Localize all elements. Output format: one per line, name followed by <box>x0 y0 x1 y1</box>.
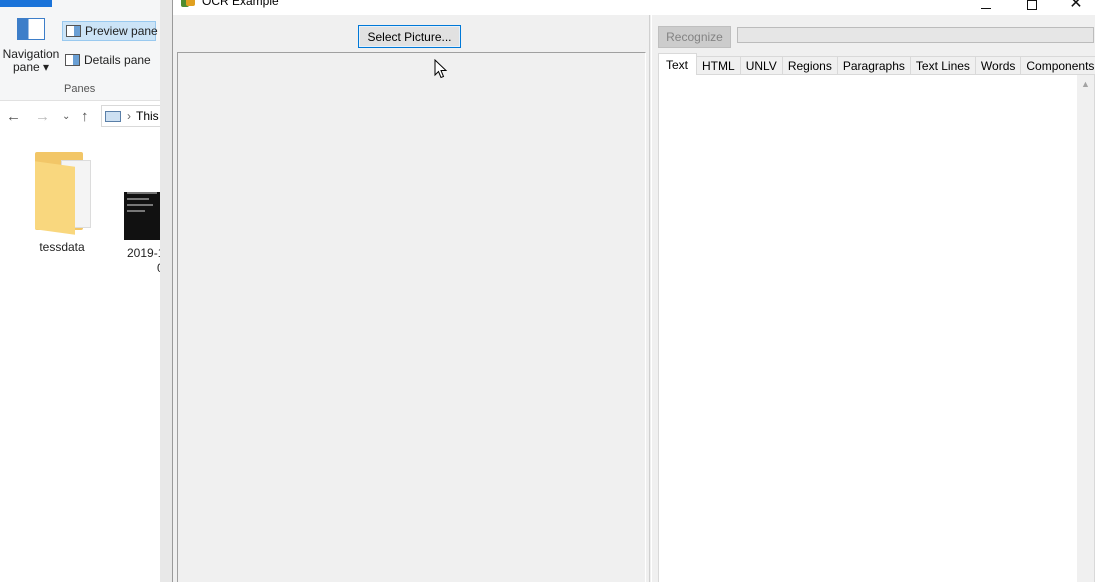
window-title: OCR Example <box>202 0 279 8</box>
left-panel: Select Picture... <box>173 15 649 582</box>
ribbon-group-label: Panes <box>64 83 96 95</box>
navigation-pane-label: Navigation pane ▾ <box>2 47 60 74</box>
tab-words[interactable]: Words <box>974 56 1022 75</box>
panel-splitter[interactable] <box>649 15 652 582</box>
tab-html[interactable]: HTML <box>696 56 741 75</box>
output-vertical-scrollbar[interactable]: ▲ <box>1077 75 1094 582</box>
app-icon <box>181 0 195 7</box>
file-item-folder[interactable]: tessdata <box>22 150 102 254</box>
tab-text[interactable]: Text <box>658 53 698 75</box>
close-button[interactable]: ✕ <box>1053 0 1095 14</box>
progress-bar <box>737 27 1094 43</box>
forward-arrow-icon[interactable]: → <box>35 108 50 125</box>
recognize-button[interactable]: Recognize <box>658 26 731 48</box>
minimize-button[interactable] <box>963 0 1009 14</box>
right-panel: Recognize Text HTML UNLV Regions Paragra… <box>653 15 1095 582</box>
file-item-label: tessdata <box>39 240 85 254</box>
navigation-pane-button[interactable]: Navigation pane ▾ <box>2 18 60 80</box>
details-pane-icon <box>65 54 80 66</box>
preview-pane-label: Preview pane <box>85 24 158 38</box>
maximize-button[interactable] <box>1009 0 1055 14</box>
close-icon: ✕ <box>1069 0 1083 12</box>
minimize-icon <box>981 7 991 9</box>
tab-components[interactable]: Components <box>1020 56 1095 75</box>
tab-regions[interactable]: Regions <box>781 56 838 75</box>
ribbon-file-tab[interactable] <box>0 0 52 7</box>
details-pane-label: Details pane <box>84 53 151 67</box>
folder-icon <box>27 150 97 235</box>
preview-pane-icon <box>66 25 81 37</box>
address-row: ← → ⌄ ↑ › This P <box>0 105 175 129</box>
picture-box <box>177 52 646 582</box>
preview-pane-button[interactable]: Preview pane <box>62 21 158 41</box>
file-explorer-window: Navigation pane ▾ Preview pane Details p… <box>0 0 175 582</box>
breadcrumb-separator-icon[interactable]: › <box>127 109 131 123</box>
tab-content-panel: ▲ <box>658 74 1095 582</box>
scroll-up-arrow-icon[interactable]: ▲ <box>1077 75 1094 92</box>
tab-text-lines[interactable]: Text Lines <box>909 56 976 75</box>
tab-paragraphs[interactable]: Paragraphs <box>836 56 911 75</box>
ocr-output-textbox[interactable] <box>659 75 1077 582</box>
ocr-example-window: OCR Example ✕ Select Picture... Recogniz… <box>172 0 1095 582</box>
select-picture-button[interactable]: Select Picture... <box>358 25 461 48</box>
this-pc-icon <box>105 110 121 122</box>
window-client-area: Select Picture... Recognize Text HTML UN… <box>173 15 1095 582</box>
mouse-cursor-icon <box>434 59 448 79</box>
back-arrow-icon[interactable]: ← <box>6 108 21 125</box>
details-pane-button[interactable]: Details pane <box>63 51 163 69</box>
ribbon: Navigation pane ▾ Preview pane Details p… <box>0 0 175 101</box>
up-arrow-icon[interactable]: ↑ <box>81 108 89 125</box>
maximize-icon <box>1027 0 1037 10</box>
output-tabs: Text HTML UNLV Regions Paragraphs Text L… <box>658 53 1095 75</box>
navigation-pane-icon <box>17 18 45 40</box>
title-bar[interactable]: OCR Example ✕ <box>173 0 1095 15</box>
tab-unlv[interactable]: UNLV <box>739 56 783 75</box>
recent-locations-chevron-icon[interactable]: ⌄ <box>62 111 70 122</box>
